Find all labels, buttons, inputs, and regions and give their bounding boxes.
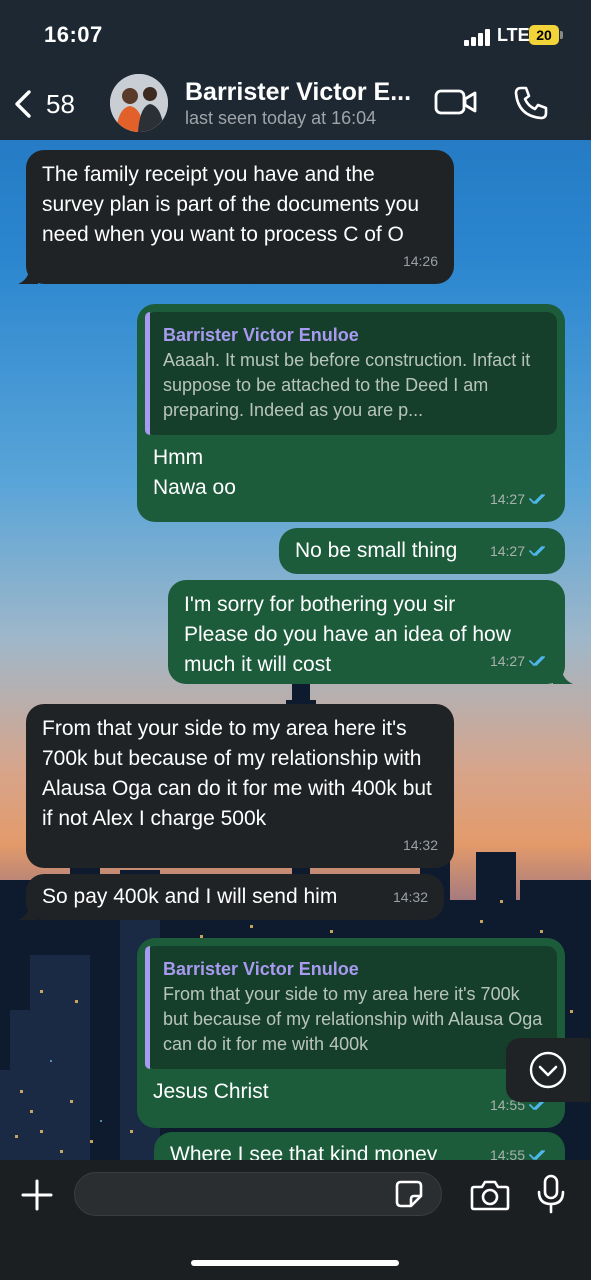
message-time: 14:27	[490, 484, 549, 514]
status-time: 16:07	[44, 22, 103, 47]
read-ticks-icon	[529, 656, 545, 667]
plus-icon	[21, 1179, 53, 1211]
attach-button[interactable]	[20, 1178, 54, 1212]
quoted-author: Barrister Victor Enuloe	[163, 959, 359, 979]
message-outgoing[interactable]: I'm sorry for bothering you sir Please d…	[168, 580, 573, 684]
video-camera-icon	[434, 89, 477, 115]
quoted-text: Aaaah. It must be before construction. I…	[163, 350, 531, 420]
phone-icon	[514, 86, 548, 120]
camera-button[interactable]	[470, 1178, 510, 1212]
message-line: Hmm	[153, 446, 204, 469]
network-type: LTE	[497, 25, 530, 45]
contact-avatar[interactable]	[110, 74, 168, 132]
quoted-text: From that your side to my area here it's…	[163, 984, 543, 1054]
message-outgoing[interactable]: Barrister Victor Enuloe From that your s…	[137, 938, 565, 1128]
read-ticks-icon	[529, 546, 545, 557]
message-composer	[0, 1160, 591, 1280]
bubble-tail	[553, 668, 573, 684]
message-time: 14:26	[402, 253, 438, 269]
message-time: 14:32	[392, 889, 428, 905]
sticker-icon	[395, 1180, 423, 1208]
back-button[interactable]: 58	[12, 84, 92, 124]
quoted-reply[interactable]: Barrister Victor Enuloe From that your s…	[145, 946, 557, 1069]
message-line: I'm sorry for bothering you sir	[184, 593, 456, 616]
message-input[interactable]	[89, 1173, 393, 1217]
message-outgoing[interactable]: No be small thing 14:27	[279, 528, 565, 574]
chevron-down-icon	[529, 1051, 567, 1089]
chevron-left-icon	[15, 90, 31, 118]
chat-header: 16:07 LTE 20 58 Barrister Victor E... la…	[0, 0, 591, 140]
message-input-box[interactable]	[74, 1172, 442, 1217]
avatar-photo	[110, 74, 168, 132]
message-outgoing[interactable]: Barrister Victor Enuloe Aaaah. It must b…	[137, 304, 565, 522]
message-text: From that your side to my area here it's…	[42, 717, 432, 830]
voice-call-button[interactable]	[512, 84, 550, 122]
voice-message-button[interactable]	[536, 1174, 566, 1214]
home-indicator	[191, 1260, 399, 1266]
video-call-button[interactable]	[434, 86, 478, 118]
message-incoming[interactable]: The family receipt you have and the surv…	[18, 150, 454, 284]
message-time: 14:27	[490, 536, 549, 566]
camera-icon	[470, 1180, 510, 1211]
last-seen-status: last seen today at 16:04	[185, 108, 377, 128]
scroll-to-bottom-button[interactable]	[506, 1038, 590, 1102]
bubble-tail	[18, 904, 38, 920]
message-time: 14:27	[490, 646, 549, 676]
signal-strength-icon	[464, 28, 492, 46]
battery-icon: 20	[529, 25, 563, 45]
message-text: So pay 400k and I will send him	[42, 885, 338, 908]
sticker-button[interactable]	[394, 1179, 424, 1209]
quoted-author: Barrister Victor Enuloe	[163, 325, 359, 345]
contact-name[interactable]: Barrister Victor E...	[185, 78, 411, 107]
message-time: 14:32	[402, 837, 438, 853]
message-incoming[interactable]: So pay 400k and I will send him 14:32	[18, 874, 444, 920]
read-ticks-icon	[529, 494, 545, 505]
message-incoming[interactable]: From that your side to my area here it's…	[26, 704, 454, 868]
message-text: The family receipt you have and the surv…	[42, 163, 420, 246]
quoted-reply[interactable]: Barrister Victor Enuloe Aaaah. It must b…	[145, 312, 557, 435]
microphone-icon	[537, 1174, 565, 1214]
unread-count: 58	[46, 88, 75, 119]
bubble-tail	[18, 268, 38, 284]
